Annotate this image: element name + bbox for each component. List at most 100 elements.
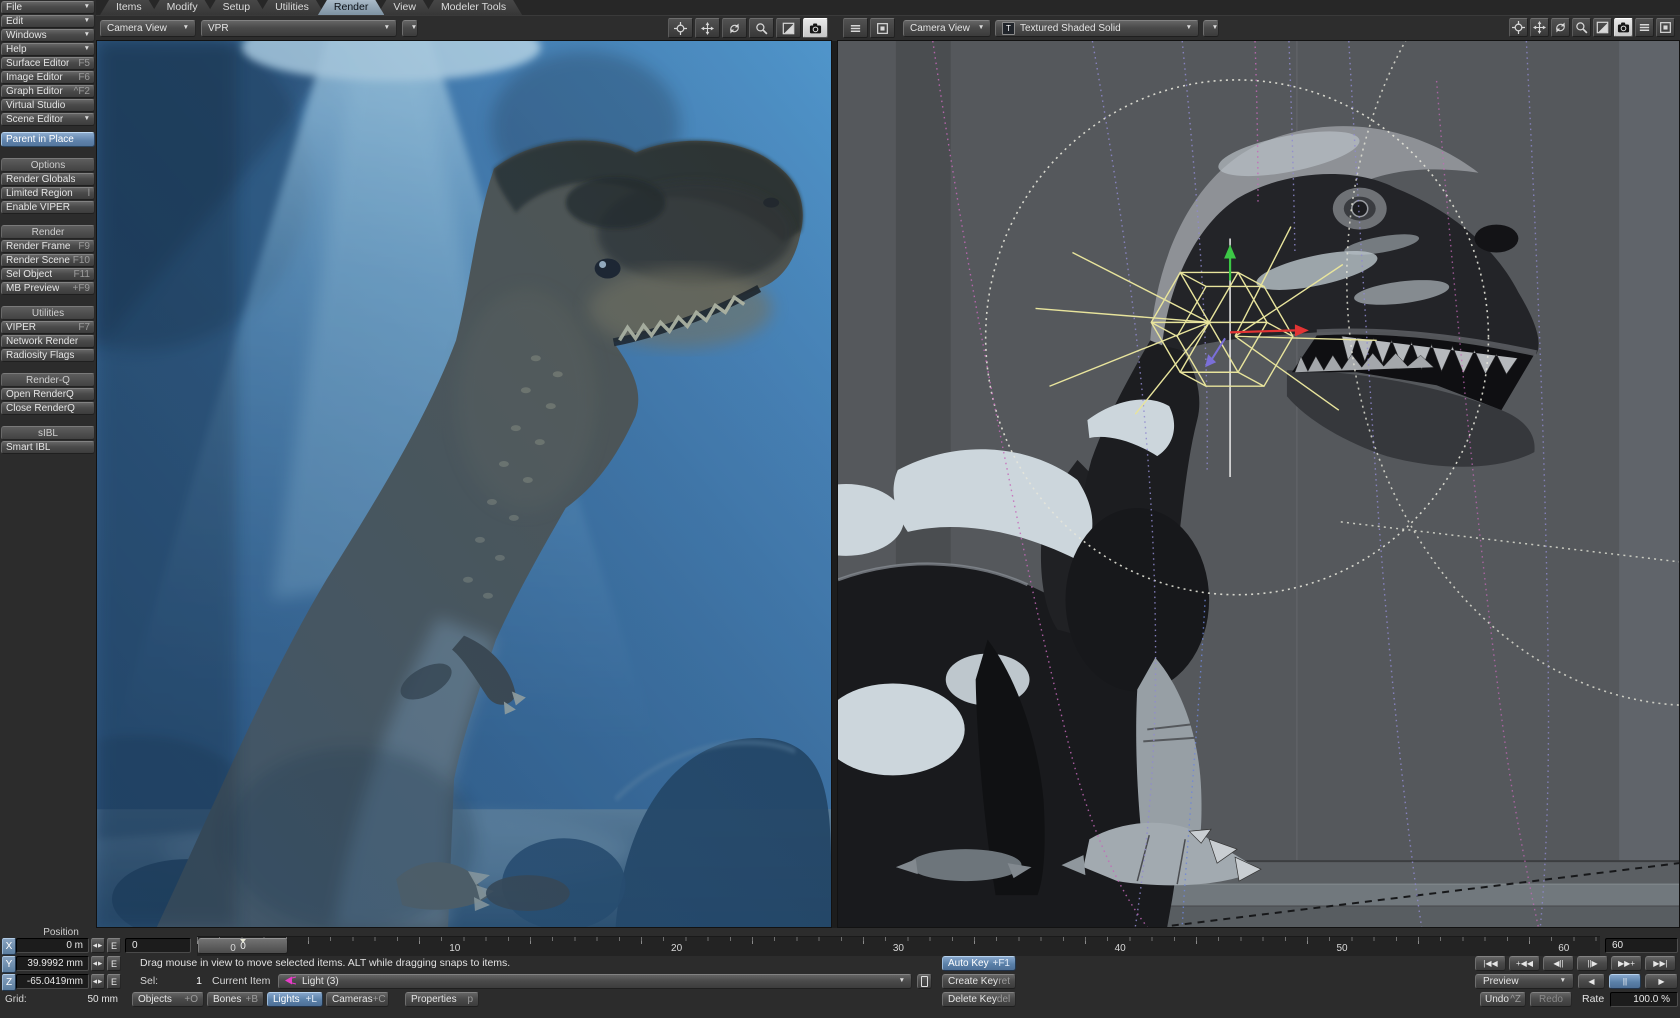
main-tab-bar: ItemsModifySetupUtilitiesRenderViewModel…: [96, 0, 1680, 15]
sidebar-button-group: Surface Editor F5 Image Editor F6 Graph …: [0, 57, 96, 126]
center-view-icon[interactable]: [1509, 18, 1528, 37]
sidebar-item-surface-editor[interactable]: Surface Editor F5: [1, 57, 95, 70]
tab-modeler-tools[interactable]: Modeler Tools: [425, 0, 522, 15]
chevron-down-icon: ▼: [84, 46, 90, 53]
sidebar-item-sel-object[interactable]: Sel Object F11: [1, 268, 95, 281]
undo-button[interactable]: Undo ^Z: [1480, 992, 1526, 1007]
sidebar-item-viper[interactable]: VIPER F7: [1, 321, 95, 334]
timeline-slider[interactable]: 0: [198, 938, 288, 954]
center-view-icon[interactable]: [668, 18, 693, 38]
tab-utilities[interactable]: Utilities: [259, 0, 325, 15]
status-hint-text: Drag mouse in view to move selected item…: [140, 957, 510, 969]
rotate-view-icon[interactable]: [722, 18, 747, 38]
left-shading-mode-dropdown[interactable]: VPR ▼: [201, 20, 397, 37]
opengl-scene: [838, 41, 1679, 927]
sidebar-item-mb-preview[interactable]: MB Preview +F9: [1, 282, 95, 295]
stepper-x[interactable]: ◀▶: [91, 938, 105, 953]
sidebar-item-open-renderq[interactable]: Open RenderQ: [1, 388, 95, 401]
right-viewport-icon-row: [1509, 18, 1675, 37]
tab-view[interactable]: View: [377, 0, 432, 15]
position-panel-title: Position: [30, 927, 92, 938]
sidebar-item-image-editor[interactable]: Image Editor F6: [1, 71, 95, 84]
menu-edit[interactable]: Edit ▼: [1, 15, 95, 28]
go-last-button[interactable]: ▶▶|: [1645, 956, 1676, 971]
sidebar-item-scene-editor[interactable]: Scene Editor ▼: [1, 113, 95, 126]
sidebar-item-render-scene[interactable]: Render Scene F10: [1, 254, 95, 267]
prev-frame-button[interactable]: ◀||: [1543, 956, 1574, 971]
camera-mode-icon[interactable]: [1614, 18, 1633, 37]
menu-file[interactable]: File ▼: [1, 1, 95, 14]
timeline-ruler[interactable]: 0 0102030405060: [197, 936, 1600, 956]
chevron-down-icon: ▼: [970, 25, 984, 32]
timeline-tick-label: 50: [1336, 943, 1347, 954]
right-viewport-options-dropdown[interactable]: ▼: [1203, 20, 1219, 37]
parent-in-place-button[interactable]: Parent in Place: [1, 132, 95, 147]
sidebar-item-render-frame[interactable]: Render Frame F9: [1, 240, 95, 253]
tab-items[interactable]: Items: [100, 0, 158, 15]
prev-key-button[interactable]: +◀◀: [1509, 956, 1540, 971]
camera-mode-icon[interactable]: [803, 18, 828, 38]
right-view-mode-dropdown[interactable]: Camera View ▼: [903, 20, 991, 37]
tab-render[interactable]: Render: [318, 0, 384, 15]
end-frame-field[interactable]: 60: [1605, 938, 1678, 953]
tab-modify[interactable]: Modify: [151, 0, 214, 15]
left-viewport-canvas[interactable]: [96, 40, 832, 928]
sidebar-item-close-renderq[interactable]: Close RenderQ: [1, 402, 95, 415]
tab-setup[interactable]: Setup: [207, 0, 266, 15]
next-key-button[interactable]: ▶▶+: [1611, 956, 1642, 971]
viewport-menu-icon[interactable]: [843, 18, 868, 38]
axis-x-button[interactable]: X: [2, 938, 16, 955]
viewport-grab-icon[interactable]: [870, 18, 895, 38]
sidebar-item-radiosity-flags[interactable]: Radiosity Flags: [1, 349, 95, 362]
maximize-viewport-icon[interactable]: [1593, 18, 1612, 37]
pan-view-icon[interactable]: [695, 18, 720, 38]
left-viewport-options-dropdown[interactable]: ▼: [402, 20, 418, 37]
chevron-down-icon: ▼: [376, 25, 390, 32]
next-frame-button[interactable]: ||▶: [1577, 956, 1608, 971]
section-header-options: Options: [1, 158, 95, 172]
go-first-button[interactable]: |◀◀: [1475, 956, 1506, 971]
zoom-view-icon[interactable]: [749, 18, 774, 38]
sidebar-item-network-render[interactable]: Network Render: [1, 335, 95, 348]
timeline-tick-label: 10: [449, 943, 460, 954]
timeline-tick-label: 60: [1558, 943, 1569, 954]
position-x-field[interactable]: 0 m: [16, 938, 89, 953]
zoom-view-icon[interactable]: [1572, 18, 1591, 37]
chevron-down-icon: ▼: [84, 116, 90, 123]
sidebar-item-graph-editor[interactable]: Graph Editor ^F2: [1, 85, 95, 98]
redo-button[interactable]: Redo: [1530, 992, 1572, 1007]
chevron-down-icon: ▼: [1560, 978, 1566, 985]
sidebar-item-virtual-studio[interactable]: Virtual Studio: [1, 99, 95, 112]
right-shading-mode-dropdown[interactable]: T Textured Shaded Solid ▼: [995, 20, 1199, 37]
sidebar-item-smart-ibl[interactable]: Smart IBL: [1, 441, 95, 454]
left-toolbar: File ▼ Edit ▼ Windows ▼ Help ▼ Surface E…: [0, 0, 96, 1018]
auto-key-button[interactable]: Auto Key +F1: [942, 956, 1016, 971]
viewport-menu-icon[interactable]: [1635, 18, 1654, 37]
pan-view-icon[interactable]: [1530, 18, 1549, 37]
chevron-down-icon: ▼: [403, 25, 417, 32]
sidebar-item-enable-viper[interactable]: Enable VIPER: [1, 201, 95, 214]
right-viewport-canvas[interactable]: [837, 40, 1680, 928]
chevron-down-icon: ▼: [1178, 25, 1192, 32]
section-header-render: Render: [1, 225, 95, 239]
rate-value-field[interactable]: 100.0 %: [1610, 992, 1678, 1007]
section-header-sibl: sIBL: [1, 426, 95, 440]
sidebar-item-render-globals[interactable]: Render Globals: [1, 173, 95, 186]
menu-help[interactable]: Help ▼: [1, 43, 95, 56]
preview-dropdown[interactable]: Preview ▼: [1475, 974, 1574, 989]
chevron-down-icon: ▼: [1204, 25, 1218, 32]
maximize-viewport-icon[interactable]: [776, 18, 801, 38]
timeline-tick-label: 40: [1115, 943, 1126, 954]
sidebar-item-limited-region[interactable]: Limited Region l: [1, 187, 95, 200]
timeline-tick-label: 30: [893, 943, 904, 954]
timeline-tick-label: 20: [671, 943, 682, 954]
viewport-grab-icon[interactable]: [1656, 18, 1675, 37]
timeline-tick-label: 0: [230, 943, 236, 954]
menu-button-group: File ▼ Edit ▼ Windows ▼ Help ▼: [0, 1, 96, 56]
rotate-view-icon[interactable]: [1551, 18, 1570, 37]
left-view-mode-dropdown[interactable]: Camera View ▼: [100, 20, 196, 37]
current-frame-field[interactable]: 0: [125, 938, 191, 953]
textured-shading-icon: T: [1002, 22, 1015, 35]
envelope-x-button[interactable]: E: [107, 938, 121, 953]
menu-windows[interactable]: Windows ▼: [1, 29, 95, 42]
